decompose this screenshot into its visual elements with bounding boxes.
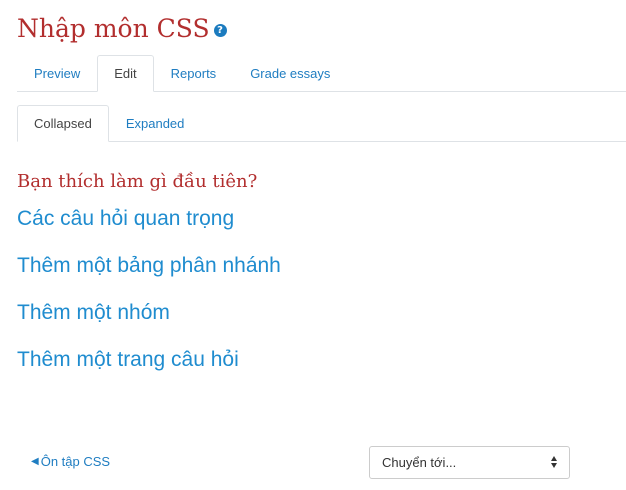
page-title-text: Nhập môn CSS (17, 14, 210, 43)
previous-activity-label: Ôn tập CSS (40, 454, 111, 469)
tab-collapsed[interactable]: Collapsed (17, 105, 109, 142)
link-important-questions[interactable]: Các câu hỏi quan trọng (17, 207, 234, 231)
tab-reports[interactable]: Reports (154, 55, 234, 92)
link-add-question-page[interactable]: Thêm một trang câu hỏi (17, 348, 239, 372)
question-circle-icon[interactable]: ? (213, 24, 227, 37)
jump-to-selected-value: Chuyển tới... (382, 455, 457, 470)
select-arrows-icon (551, 456, 557, 468)
previous-activity-link[interactable]: ◀ Ôn tập CSS (31, 454, 110, 469)
tab-preview[interactable]: Preview (17, 55, 97, 92)
tab-grade-essays[interactable]: Grade essays (233, 55, 347, 92)
tab-expanded[interactable]: Expanded (109, 105, 202, 142)
question-heading: Bạn thích làm gì đầu tiên? (17, 171, 258, 192)
secondary-tabs: Collapsed Expanded (17, 105, 626, 142)
link-add-branch-table[interactable]: Thêm một bảng phân nhánh (17, 254, 281, 278)
link-add-cluster[interactable]: Thêm một nhóm (17, 301, 170, 325)
triangle-left-icon: ◀ (31, 456, 39, 467)
page-title: Nhập môn CSS ? (17, 14, 227, 43)
primary-tabs: Preview Edit Reports Grade essays (17, 55, 626, 92)
tab-edit[interactable]: Edit (97, 55, 154, 92)
jump-to-select[interactable]: Chuyển tới... (369, 446, 570, 479)
